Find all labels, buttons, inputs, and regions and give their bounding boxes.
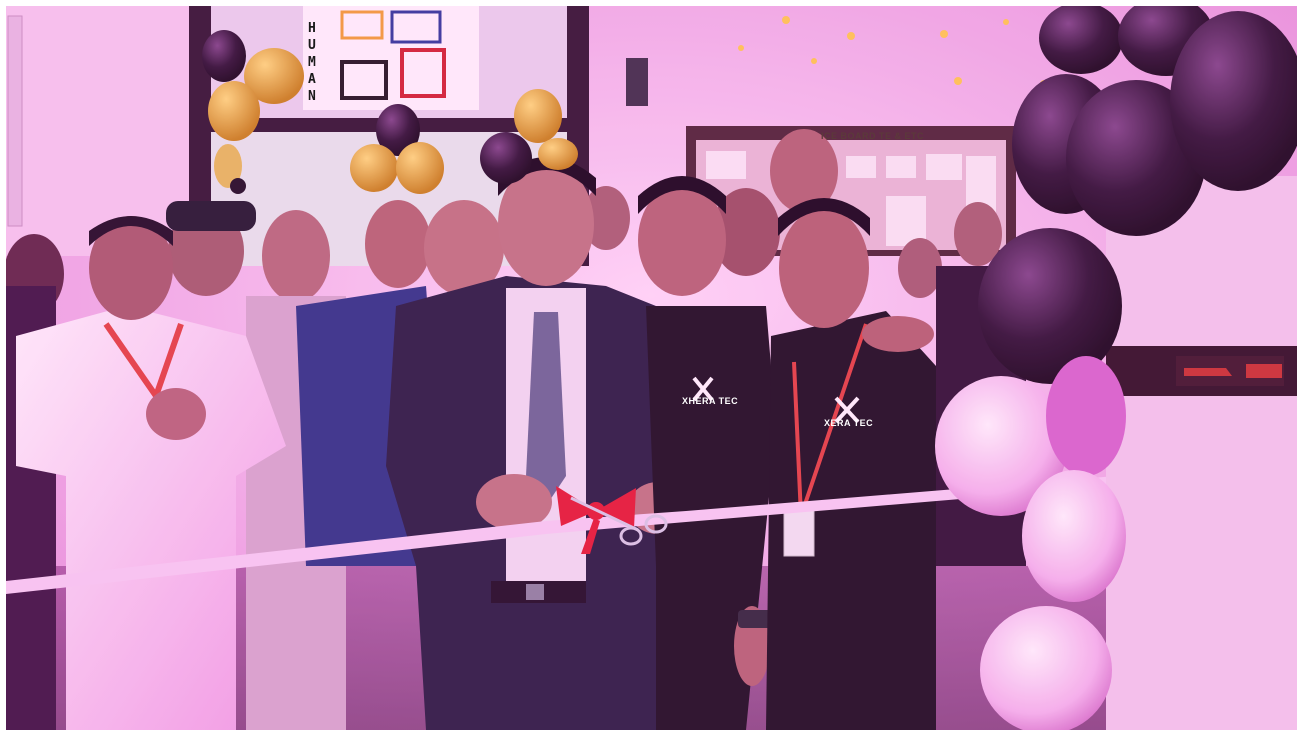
sign-vertical-word: HUMAN <box>308 21 316 104</box>
shirt-logo-right: XERA TEC <box>824 418 874 428</box>
ribbon-cutting-photo <box>6 6 1297 730</box>
photo-frame: HUMAN ICE BOARD TE & ETC XHERA TEC XERA … <box>6 6 1297 730</box>
shirt-logo-left: XHERA TEC <box>682 396 739 406</box>
notice-board-title: ICE BOARD TE & ETC <box>821 131 925 141</box>
magenta-light-overlay <box>6 6 1297 730</box>
